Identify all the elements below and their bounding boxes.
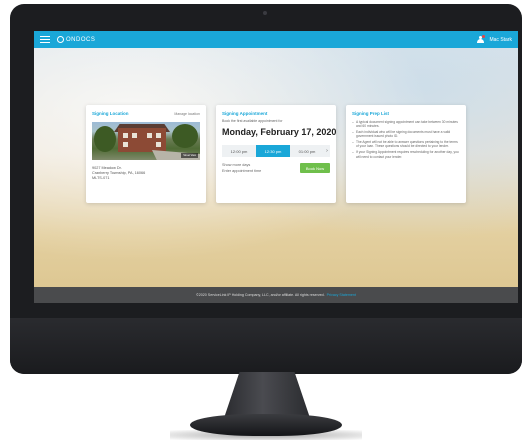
list-item: The Agent will not be able to answer que… bbox=[352, 140, 460, 149]
user-menu[interactable]: Mac Stark bbox=[477, 35, 512, 43]
time-slot[interactable]: 12:00 pm bbox=[222, 145, 256, 157]
signing-location-card: Signing Location Manage location Street … bbox=[86, 105, 206, 203]
tree-shape bbox=[94, 126, 116, 152]
privacy-statement-link[interactable]: Privacy Statement bbox=[327, 293, 356, 297]
prep-list: A typical document signing appointment c… bbox=[352, 120, 460, 159]
list-item: Each individual who will be signing docu… bbox=[352, 130, 460, 139]
list-item: If your Signing Appointment requires res… bbox=[352, 150, 460, 159]
monitor-chin bbox=[10, 318, 522, 374]
signing-prep-list-card: Signing Prep List A typical document sig… bbox=[346, 105, 466, 203]
photo-tag: Street View bbox=[181, 153, 198, 158]
stage: ONDOCS Mac Stark Signing Location Manage… bbox=[0, 0, 532, 443]
monitor-base bbox=[190, 414, 342, 436]
appointment-links: Show more days Enter appointment time bbox=[222, 163, 300, 174]
copyright-text: ©2020 ServiceLink IP Holding Company, LL… bbox=[196, 293, 325, 297]
app-logo[interactable]: ONDOCS bbox=[57, 36, 95, 43]
user-icon bbox=[477, 35, 486, 43]
time-slot-picker: 12:00 pm 12:30 pm 01:00 pm › bbox=[222, 145, 330, 157]
user-name: Mac Stark bbox=[489, 36, 512, 43]
appointment-subtitle: Book the first available appointment for bbox=[222, 119, 283, 123]
next-slots-arrow-icon[interactable]: › bbox=[324, 148, 330, 154]
logo-circle-icon bbox=[57, 36, 64, 43]
address-line: MLTS-071 bbox=[92, 176, 110, 181]
footer: ©2020 ServiceLink IP Holding Company, LL… bbox=[34, 287, 518, 303]
list-item: A typical document signing appointment c… bbox=[352, 120, 460, 129]
address-block: 9027 Meadow Dr. Cranberry Township, PA, … bbox=[92, 166, 200, 182]
screen: ONDOCS Mac Stark Signing Location Manage… bbox=[34, 31, 518, 303]
house-shape bbox=[118, 128, 166, 152]
camera-dot bbox=[263, 11, 267, 15]
card-title: Signing Appointment bbox=[222, 111, 268, 116]
enter-time-link[interactable]: Enter appointment time bbox=[222, 169, 300, 175]
top-nav-bar: ONDOCS Mac Stark bbox=[34, 31, 518, 48]
monitor-stand bbox=[224, 372, 310, 418]
book-now-button[interactable]: Book Now bbox=[300, 163, 330, 173]
appointment-actions: Show more days Enter appointment time Bo… bbox=[222, 163, 330, 174]
hamburger-menu-icon[interactable] bbox=[40, 36, 50, 43]
tree-shape bbox=[172, 124, 198, 148]
card-title: Signing Prep List bbox=[352, 111, 390, 116]
signing-appointment-card: Signing Appointment Book the first avail… bbox=[216, 105, 336, 203]
property-photo: Street View bbox=[92, 122, 200, 160]
logo-text: ONDOCS bbox=[66, 36, 96, 43]
manage-location-link[interactable]: Manage location bbox=[174, 112, 200, 116]
notification-dot-icon bbox=[482, 35, 486, 38]
time-slot-selected[interactable]: 12:30 pm bbox=[256, 145, 290, 157]
time-slot[interactable]: 01:00 pm bbox=[290, 145, 324, 157]
appointment-date: Monday, February 17, 2020 bbox=[222, 127, 337, 137]
